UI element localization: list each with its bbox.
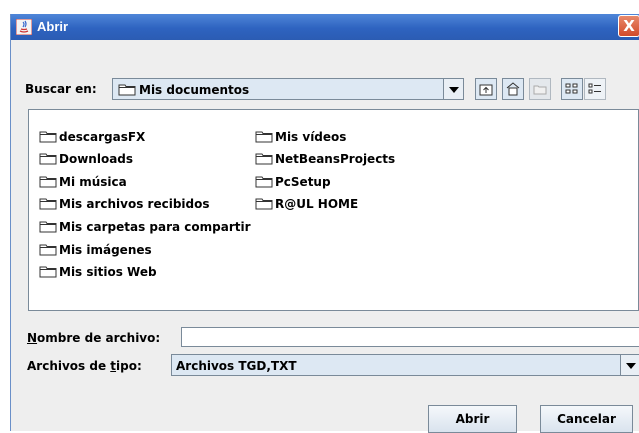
- folder-icon: [39, 221, 57, 233]
- folder-icon: [255, 198, 273, 210]
- look-in-value: Mis documentos: [139, 83, 250, 97]
- title-bar[interactable]: Abrir X: [11, 14, 639, 40]
- look-in-label: Buscar en:: [25, 82, 97, 96]
- file-name: NetBeansProjects: [275, 152, 396, 166]
- details-view-icon: [588, 83, 601, 94]
- home-button[interactable]: [502, 78, 524, 100]
- folder-icon: [255, 153, 273, 165]
- filetype-label: Archivos de tipo:: [27, 359, 142, 373]
- list-view-icon: [565, 83, 578, 94]
- file-name: PcSetup: [275, 175, 331, 189]
- folder-icon: [118, 84, 136, 96]
- home-icon: [506, 82, 520, 96]
- up-folder-icon: [479, 84, 493, 96]
- folder-icon: [39, 198, 57, 210]
- details-view-button[interactable]: [584, 78, 606, 100]
- folder-icon: [255, 131, 273, 143]
- file-name: Mi música: [59, 175, 127, 189]
- filename-input[interactable]: [181, 327, 639, 347]
- file-name: R@UL HOME: [275, 197, 359, 211]
- file-name: Mis imágenes: [59, 243, 152, 257]
- folder-icon: [39, 153, 57, 165]
- folder-icon: [39, 266, 57, 278]
- look-in-combo[interactable]: Mis documentos: [112, 78, 464, 100]
- dialog-title: Abrir: [37, 19, 69, 34]
- filename-label-text: ombre de archivo:: [37, 331, 161, 345]
- filetype-label-start: Archivos de: [27, 359, 111, 373]
- java-icon: [16, 19, 32, 35]
- folder-icon: [255, 176, 273, 188]
- folder-icon: [39, 244, 57, 256]
- file-name: Mis carpetas para compartir: [59, 220, 251, 234]
- up-folder-button[interactable]: [475, 78, 497, 100]
- list-view-button[interactable]: [561, 78, 583, 100]
- open-dialog: Abrir X Buscar en: Mis documentos descar…: [10, 14, 639, 433]
- file-name: Downloads: [59, 152, 134, 166]
- new-folder-icon: [533, 85, 547, 95]
- file-name: descargasFX: [59, 130, 146, 144]
- filetype-label-end: ipo:: [116, 359, 142, 373]
- filetype-combo[interactable]: Archivos TGD,TXT: [171, 354, 639, 376]
- file-name: Mis archivos recibidos: [59, 197, 210, 211]
- filename-label: Nombre de archivo:: [27, 331, 160, 345]
- open-button[interactable]: Abrir: [428, 405, 517, 433]
- folder-icon: [39, 131, 57, 143]
- filename-mnemonic: N: [27, 331, 38, 345]
- chevron-down-icon[interactable]: [620, 355, 639, 375]
- new-folder-button[interactable]: [529, 78, 551, 100]
- file-name: Mis vídeos: [275, 130, 347, 144]
- close-button[interactable]: X: [618, 15, 639, 37]
- folder-icon: [39, 176, 57, 188]
- filetype-value: Archivos TGD,TXT: [176, 359, 297, 373]
- file-list[interactable]: descargasFX Downloads Mi música Mis arch…: [28, 109, 639, 311]
- chevron-down-icon[interactable]: [443, 79, 463, 99]
- file-name: Mis sitios Web: [59, 265, 157, 279]
- cancel-button[interactable]: Cancelar: [540, 405, 633, 433]
